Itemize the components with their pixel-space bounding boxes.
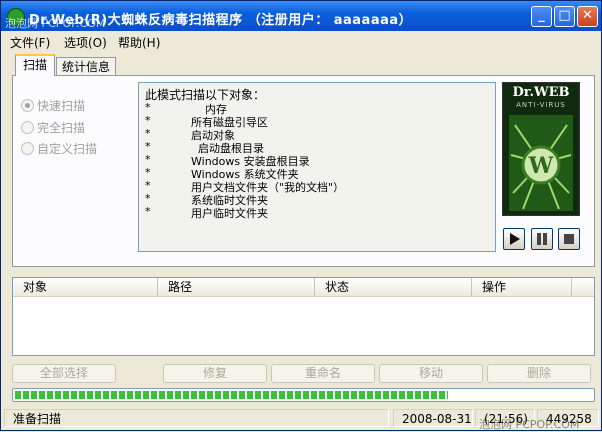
spider-icon: W: [509, 115, 573, 211]
pause-icon: [537, 233, 547, 245]
menu-help[interactable]: 帮助(H): [118, 34, 160, 51]
watermark-top: 泡泡网 PCPOP.COM: [5, 17, 106, 30]
menu-bar: 文件(F) 选项(O) 帮助(H): [1, 31, 601, 51]
main-window: Dr.Web(R)大蜘蛛反病毒扫描程序 （注册用户： aaaaaaa） _ □ …: [0, 0, 602, 431]
rename-button[interactable]: 重命名: [271, 364, 375, 383]
radio-label: 快速扫描: [37, 99, 86, 113]
results-table[interactable]: 对象 路径 状态 操作: [12, 277, 595, 356]
drweb-logo: Dr.WEB ANTI-VIRUS W: [502, 82, 580, 216]
stop-button[interactable]: [558, 228, 580, 250]
maximize-button[interactable]: □: [554, 6, 575, 27]
minimize-button[interactable]: _: [531, 6, 552, 27]
scan-progress: [12, 388, 595, 402]
menu-options[interactable]: 选项(O): [64, 34, 107, 51]
scan-description: 此模式扫描以下对象： * 内存 * 所有磁盘引导区 * 启动对象 * 启动盘根目录 * W…: [138, 82, 496, 252]
column-path[interactable]: 路径: [158, 278, 315, 296]
svg-text:W: W: [528, 153, 554, 179]
radio-label: 自定义扫描: [37, 142, 98, 156]
progress-fill: [15, 391, 448, 399]
table-header: 对象 路径 状态 操作: [13, 278, 594, 297]
radio-label: 完全扫描: [37, 121, 86, 135]
play-button[interactable]: [503, 228, 525, 250]
stop-icon: [564, 234, 574, 244]
delete-button[interactable]: 删除: [487, 364, 591, 383]
cure-button[interactable]: 修复: [163, 364, 267, 383]
radio-dot-icon: [21, 142, 34, 155]
radio-dot-icon: [21, 121, 34, 134]
radio-quick-scan[interactable]: 快速扫描: [21, 97, 85, 114]
logo-subtitle: ANTI-VIRUS: [516, 101, 566, 109]
tab-scan[interactable]: 扫描: [15, 54, 55, 76]
select-all-button[interactable]: 全部选择: [12, 364, 116, 383]
column-status[interactable]: 状态: [315, 278, 472, 296]
radio-dot-icon: [21, 99, 34, 112]
status-date: 2008-08-31: [393, 409, 473, 427]
logo-brand: Dr.WEB: [512, 85, 570, 100]
column-action[interactable]: 操作: [472, 278, 572, 296]
close-button[interactable]: ✕: [577, 6, 598, 27]
menu-file[interactable]: 文件(F): [10, 34, 50, 51]
radio-full-scan[interactable]: 完全扫描: [21, 119, 85, 136]
pause-button[interactable]: [531, 228, 553, 250]
tab-statistics[interactable]: 统计信息: [56, 57, 116, 77]
watermark-bottom: 泡泡网 PCPOP.COM: [479, 418, 580, 431]
column-object[interactable]: 对象: [13, 278, 158, 296]
status-text: 准备扫描: [4, 409, 389, 427]
radio-custom-scan[interactable]: 自定义扫描: [21, 140, 97, 157]
play-icon: [510, 233, 520, 245]
move-button[interactable]: 移动: [379, 364, 483, 383]
